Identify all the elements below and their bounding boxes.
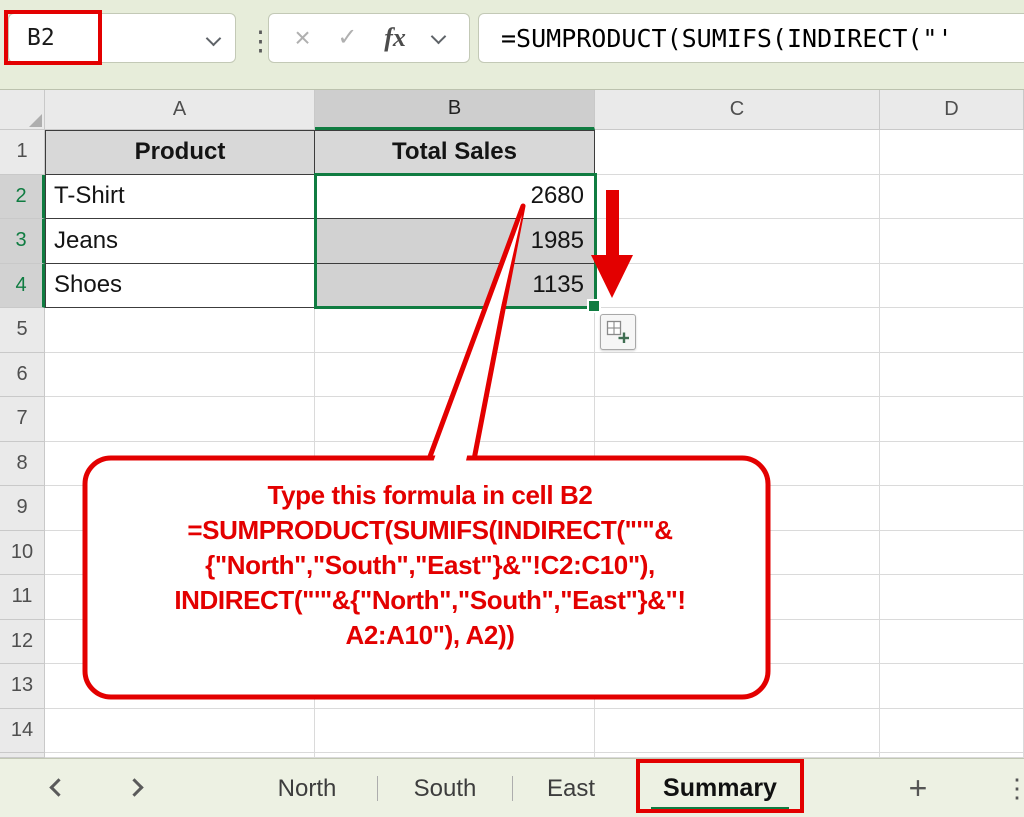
prev-sheet-icon[interactable] (52, 781, 65, 799)
formula-text: =SUMPRODUCT(SUMIFS(INDIRECT("' (501, 24, 953, 53)
enter-icon[interactable]: ✓ (337, 26, 357, 50)
row-header-5[interactable]: 5 (0, 308, 45, 353)
tab-separator (512, 776, 513, 801)
cell-D14[interactable] (880, 709, 1024, 754)
next-sheet-icon[interactable] (128, 781, 141, 799)
sheet-tab-label: North (278, 775, 337, 803)
excel-window: B 2 ⋮ × ✓ fx =SUMPRODUCT(SUMIFS(INDIRECT(… (0, 0, 1024, 817)
row-header-13[interactable]: 13 (0, 664, 45, 709)
all-sheets-icon[interactable]: ⋮ (1002, 759, 1024, 817)
row-header-6[interactable]: 6 (0, 353, 45, 398)
row-header-11[interactable]: 11 (0, 575, 45, 620)
sheet-tab-north[interactable]: North (253, 759, 361, 817)
callout-line: Type this formula in cell B2 (92, 478, 768, 513)
row-header-1[interactable]: 1 (0, 130, 45, 175)
sheet-tab-south[interactable]: South (393, 759, 497, 817)
annotation-box-summary-tab (636, 759, 804, 813)
cell-D5[interactable] (880, 308, 1024, 353)
cell-A14[interactable] (45, 709, 315, 754)
callout-line: {"North","South","East"}&"!C2:C10"), (92, 548, 768, 583)
select-all-button[interactable] (0, 90, 45, 130)
cell-C14[interactable] (595, 709, 880, 754)
row-header-8[interactable]: 8 (0, 442, 45, 487)
callout-line: INDIRECT("'"&{"North","South","East"}&"! (92, 583, 768, 618)
sheet-tab-label: East (547, 775, 595, 803)
formula-input[interactable]: =SUMPRODUCT(SUMIFS(INDIRECT("' (478, 13, 1024, 63)
column-header-C[interactable]: C (595, 90, 880, 130)
cell-D3[interactable] (880, 219, 1024, 264)
row-header-7[interactable]: 7 (0, 397, 45, 442)
cell-D4[interactable] (880, 264, 1024, 309)
tab-separator (377, 776, 378, 801)
cell-D11[interactable] (880, 575, 1024, 620)
formula-bar-area: B2 ⋮ × ✓ fx =SUMPRODUCT(SUMIFS(INDIRECT(… (0, 0, 1024, 90)
cell-D12[interactable] (880, 620, 1024, 665)
callout-line: =SUMPRODUCT(SUMIFS(INDIRECT("'"& (92, 513, 768, 548)
cell-D10[interactable] (880, 531, 1024, 576)
fx-dropdown-icon[interactable] (433, 29, 444, 47)
row-header-4[interactable]: 4 (0, 264, 45, 309)
name-box-dropdown-icon[interactable] (208, 31, 219, 49)
cell-A1[interactable]: Product (45, 130, 315, 175)
annotation-box-namebox (4, 10, 102, 65)
row-header-3[interactable]: 3 (0, 219, 45, 264)
row-header-14[interactable]: 14 (0, 709, 45, 754)
cell-D2[interactable] (880, 175, 1024, 220)
callout-text: Type this formula in cell B2 =SUMPRODUCT… (92, 478, 768, 653)
sheet-tab-bar: North South East Summary + ⋮ (0, 758, 1024, 817)
cell-D13[interactable] (880, 664, 1024, 709)
sheet-tab-east[interactable]: East (527, 759, 615, 817)
add-sheet-button[interactable]: + (898, 759, 938, 817)
cell-D8[interactable] (880, 442, 1024, 487)
cell-D1[interactable] (880, 130, 1024, 175)
row-header-12[interactable]: 12 (0, 620, 45, 665)
cell-C1[interactable] (595, 130, 880, 175)
insert-function-icon[interactable]: fx (384, 23, 406, 53)
cell-D7[interactable] (880, 397, 1024, 442)
row-header-9[interactable]: 9 (0, 486, 45, 531)
cancel-icon[interactable]: × (294, 24, 310, 52)
column-header-A[interactable]: A (45, 90, 315, 130)
column-header-B[interactable]: B (315, 90, 595, 130)
cell-D9[interactable] (880, 486, 1024, 531)
callout-line: A2:A10"), A2)) (92, 618, 768, 653)
formula-buttons: × ✓ fx (268, 13, 470, 63)
cell-B1[interactable]: Total Sales (315, 130, 595, 175)
sheet-tab-label: South (414, 775, 477, 803)
row-header-2[interactable]: 2 (0, 175, 45, 220)
column-header-D[interactable]: D (880, 90, 1024, 130)
cell-D6[interactable] (880, 353, 1024, 398)
cell-B14[interactable] (315, 709, 595, 754)
row-header-10[interactable]: 10 (0, 531, 45, 576)
